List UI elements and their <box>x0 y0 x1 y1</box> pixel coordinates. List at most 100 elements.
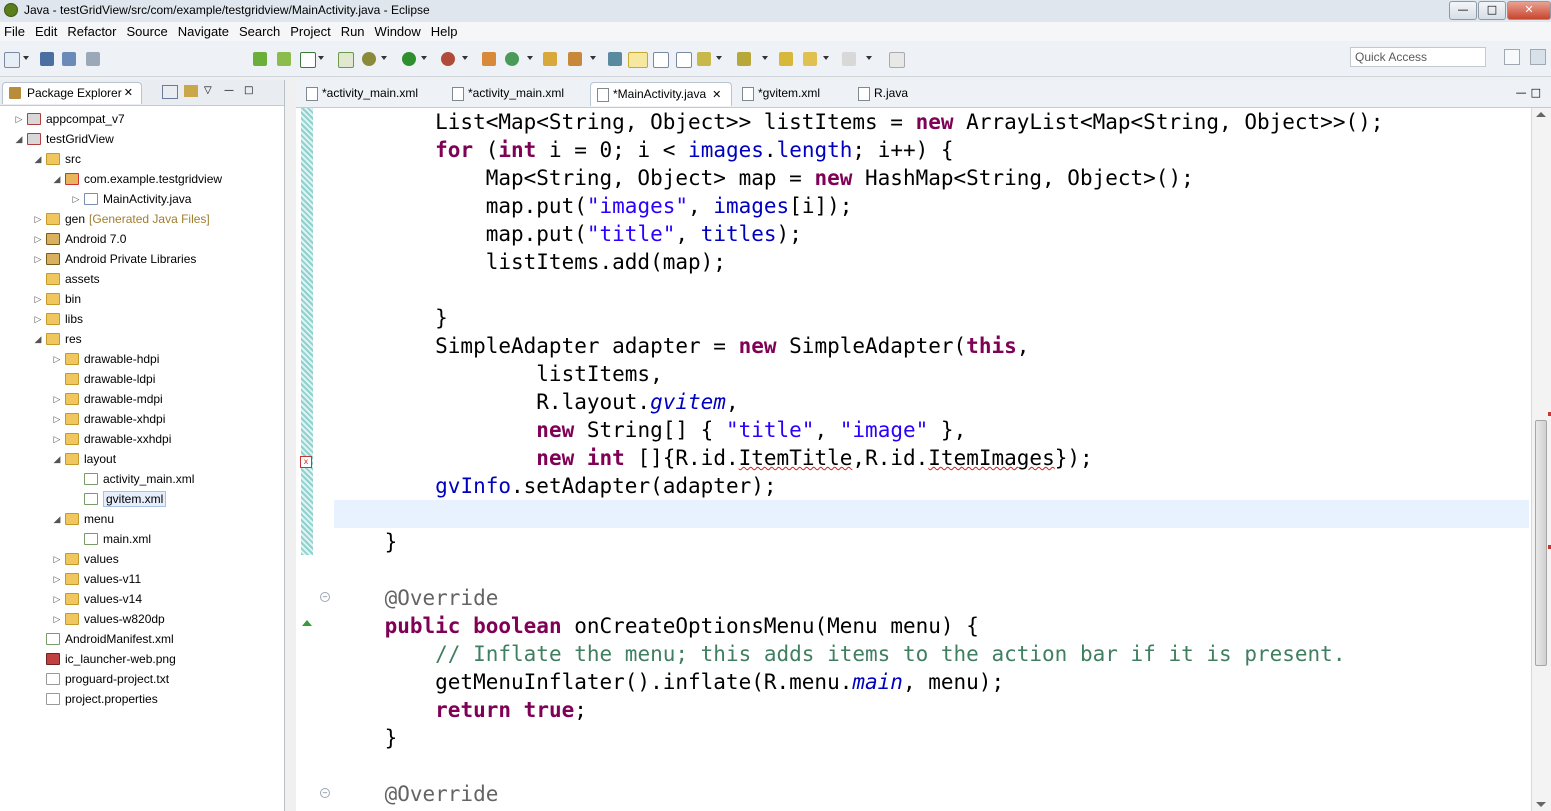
editor-tab[interactable]: *MainActivity.java ✕ <box>590 82 732 106</box>
tree-item[interactable]: ▷ values-v14 <box>52 590 143 608</box>
android-avd-icon[interactable] <box>277 52 291 66</box>
collapsed-twisty-icon[interactable]: ▷ <box>52 434 62 445</box>
tree-item[interactable]: ▷ values <box>52 550 119 568</box>
tree-item[interactable]: ▷ Android Private Libraries <box>33 250 197 268</box>
back-icon[interactable] <box>803 52 817 66</box>
collapsed-twisty-icon[interactable]: ▷ <box>52 574 62 585</box>
collapsed-twisty-icon[interactable]: ▷ <box>14 114 24 125</box>
debug-dropdown-icon[interactable] <box>381 56 387 60</box>
last-edit-location-icon[interactable] <box>779 52 793 66</box>
tree-item[interactable]: ▷ values-w820dp <box>52 610 165 628</box>
collapsed-twisty-icon[interactable]: ▷ <box>33 254 43 265</box>
scrollbar-thumb[interactable] <box>1535 420 1547 666</box>
tree-item[interactable]: ◢ src <box>33 150 81 168</box>
close-tab-icon[interactable]: ✕ <box>712 89 721 101</box>
tree-item[interactable]: ic_launcher-web.png <box>33 650 176 668</box>
tree-item[interactable]: activity_main.xml <box>71 470 194 488</box>
maximize-view-icon[interactable]: □ <box>244 85 258 97</box>
scroll-down-icon[interactable] <box>1536 802 1546 807</box>
block-selection-icon[interactable] <box>653 52 669 68</box>
package-explorer-tab[interactable]: Package Explorer ✕ <box>2 82 142 104</box>
save-all-icon[interactable] <box>62 52 76 66</box>
tree-item[interactable]: ▷ drawable-xhdpi <box>52 410 166 428</box>
menu-help[interactable]: Help <box>427 24 464 39</box>
error-marker-icon[interactable]: x <box>300 456 312 468</box>
menu-window[interactable]: Window <box>371 24 427 39</box>
next-annotation-icon[interactable] <box>697 52 711 66</box>
menu-refactor[interactable]: Refactor <box>63 24 122 39</box>
scroll-up-icon[interactable] <box>1536 112 1546 117</box>
java-editor[interactable]: x − − List<Map<String, Object>> listItem… <box>296 108 1551 811</box>
collapsed-twisty-icon[interactable]: ▷ <box>33 214 43 225</box>
external-tools-icon[interactable] <box>441 52 455 66</box>
tree-item[interactable]: ▷ drawable-hdpi <box>52 350 160 368</box>
tree-item[interactable]: main.xml <box>71 530 151 548</box>
android-sdk-icon[interactable] <box>253 52 267 66</box>
collapsed-twisty-icon[interactable]: ▷ <box>52 594 62 605</box>
tree-item[interactable]: ▷ drawable-xxhdpi <box>52 430 172 448</box>
next-annotation-dropdown-icon[interactable] <box>716 56 722 60</box>
expanded-twisty-icon[interactable]: ◢ <box>52 174 62 185</box>
tree-item[interactable]: ▷ Android 7.0 <box>33 230 127 248</box>
minimize-view-icon[interactable]: — <box>224 85 238 97</box>
view-menu-icon[interactable]: ▽ <box>204 85 218 97</box>
run-icon[interactable] <box>402 52 416 66</box>
collapsed-twisty-icon[interactable]: ▷ <box>33 314 43 325</box>
forward-icon[interactable] <box>842 52 856 66</box>
new-icon[interactable] <box>4 52 20 68</box>
tree-item[interactable]: ◢ testGridView <box>14 130 114 148</box>
back-dropdown-icon[interactable] <box>823 56 829 60</box>
menu-run[interactable]: Run <box>337 24 371 39</box>
menu-source[interactable]: Source <box>123 24 174 39</box>
menu-file[interactable]: File <box>0 24 31 39</box>
tree-item[interactable]: ▷ values-v11 <box>52 570 142 588</box>
fold-toggle-icon[interactable]: − <box>320 592 330 602</box>
collapse-all-icon[interactable] <box>162 85 178 99</box>
expanded-twisty-icon[interactable]: ◢ <box>52 454 62 465</box>
pin-editor-icon[interactable] <box>889 52 905 68</box>
close-icon[interactable]: ✕ <box>1507 1 1551 20</box>
toggle-mark-occurrences-icon[interactable] <box>608 52 622 66</box>
collapsed-twisty-icon[interactable]: ▷ <box>33 294 43 305</box>
tree-item[interactable]: proguard-project.txt <box>33 670 169 688</box>
menu-edit[interactable]: Edit <box>31 24 63 39</box>
tree-item[interactable]: assets <box>33 270 100 288</box>
show-whitespace-icon[interactable] <box>676 52 692 68</box>
tree-item[interactable]: ▷ drawable-mdpi <box>52 390 163 408</box>
open-perspective-icon[interactable] <box>1504 49 1520 65</box>
new-class-dropdown-icon[interactable] <box>527 56 533 60</box>
fold-toggle-icon[interactable]: − <box>320 788 330 798</box>
collapsed-twisty-icon[interactable]: ▷ <box>52 394 62 405</box>
lint-icon[interactable] <box>300 52 316 68</box>
editor-minimize-maximize-icon[interactable]: —□ <box>1516 86 1545 99</box>
editor-tab[interactable]: *gvitem.xml <box>736 82 848 106</box>
lint-dropdown-icon[interactable] <box>318 56 324 60</box>
save-icon[interactable] <box>40 52 54 66</box>
tree-item[interactable]: project.properties <box>33 690 158 708</box>
menu-project[interactable]: Project <box>286 24 336 39</box>
collapsed-twisty-icon[interactable]: ▷ <box>52 354 62 365</box>
new-dropdown-icon[interactable] <box>23 56 29 60</box>
run-dropdown-icon[interactable] <box>421 56 427 60</box>
minimize-icon[interactable]: — <box>1449 1 1477 20</box>
expanded-twisty-icon[interactable]: ◢ <box>33 334 43 345</box>
editor-tab[interactable]: *activity_main.xml <box>300 82 440 106</box>
external-tools-dropdown-icon[interactable] <box>462 56 468 60</box>
collapsed-twisty-icon[interactable]: ▷ <box>52 414 62 425</box>
debug-icon[interactable] <box>362 52 376 66</box>
tree-item[interactable]: ◢ com.example.testgridview <box>52 170 223 188</box>
previous-annotation-dropdown-icon[interactable] <box>762 56 768 60</box>
tree-item[interactable]: ▷ appcompat_v7 <box>14 110 125 128</box>
collapsed-twisty-icon[interactable]: ▷ <box>52 614 62 625</box>
previous-annotation-icon[interactable] <box>737 52 751 66</box>
menu-search[interactable]: Search <box>235 24 286 39</box>
tree-item[interactable]: ▷ libs <box>33 310 83 328</box>
editor-tab[interactable]: R.java <box>852 82 932 106</box>
tree-item[interactable]: gvitem.xml <box>71 490 167 508</box>
java-perspective-icon[interactable] <box>1530 49 1546 65</box>
menu-navigate[interactable]: Navigate <box>174 24 235 39</box>
maximize-icon[interactable]: □ <box>1478 1 1506 20</box>
new-java-class-icon[interactable] <box>505 52 519 66</box>
expanded-twisty-icon[interactable]: ◢ <box>33 154 43 165</box>
expanded-twisty-icon[interactable]: ◢ <box>14 134 24 145</box>
